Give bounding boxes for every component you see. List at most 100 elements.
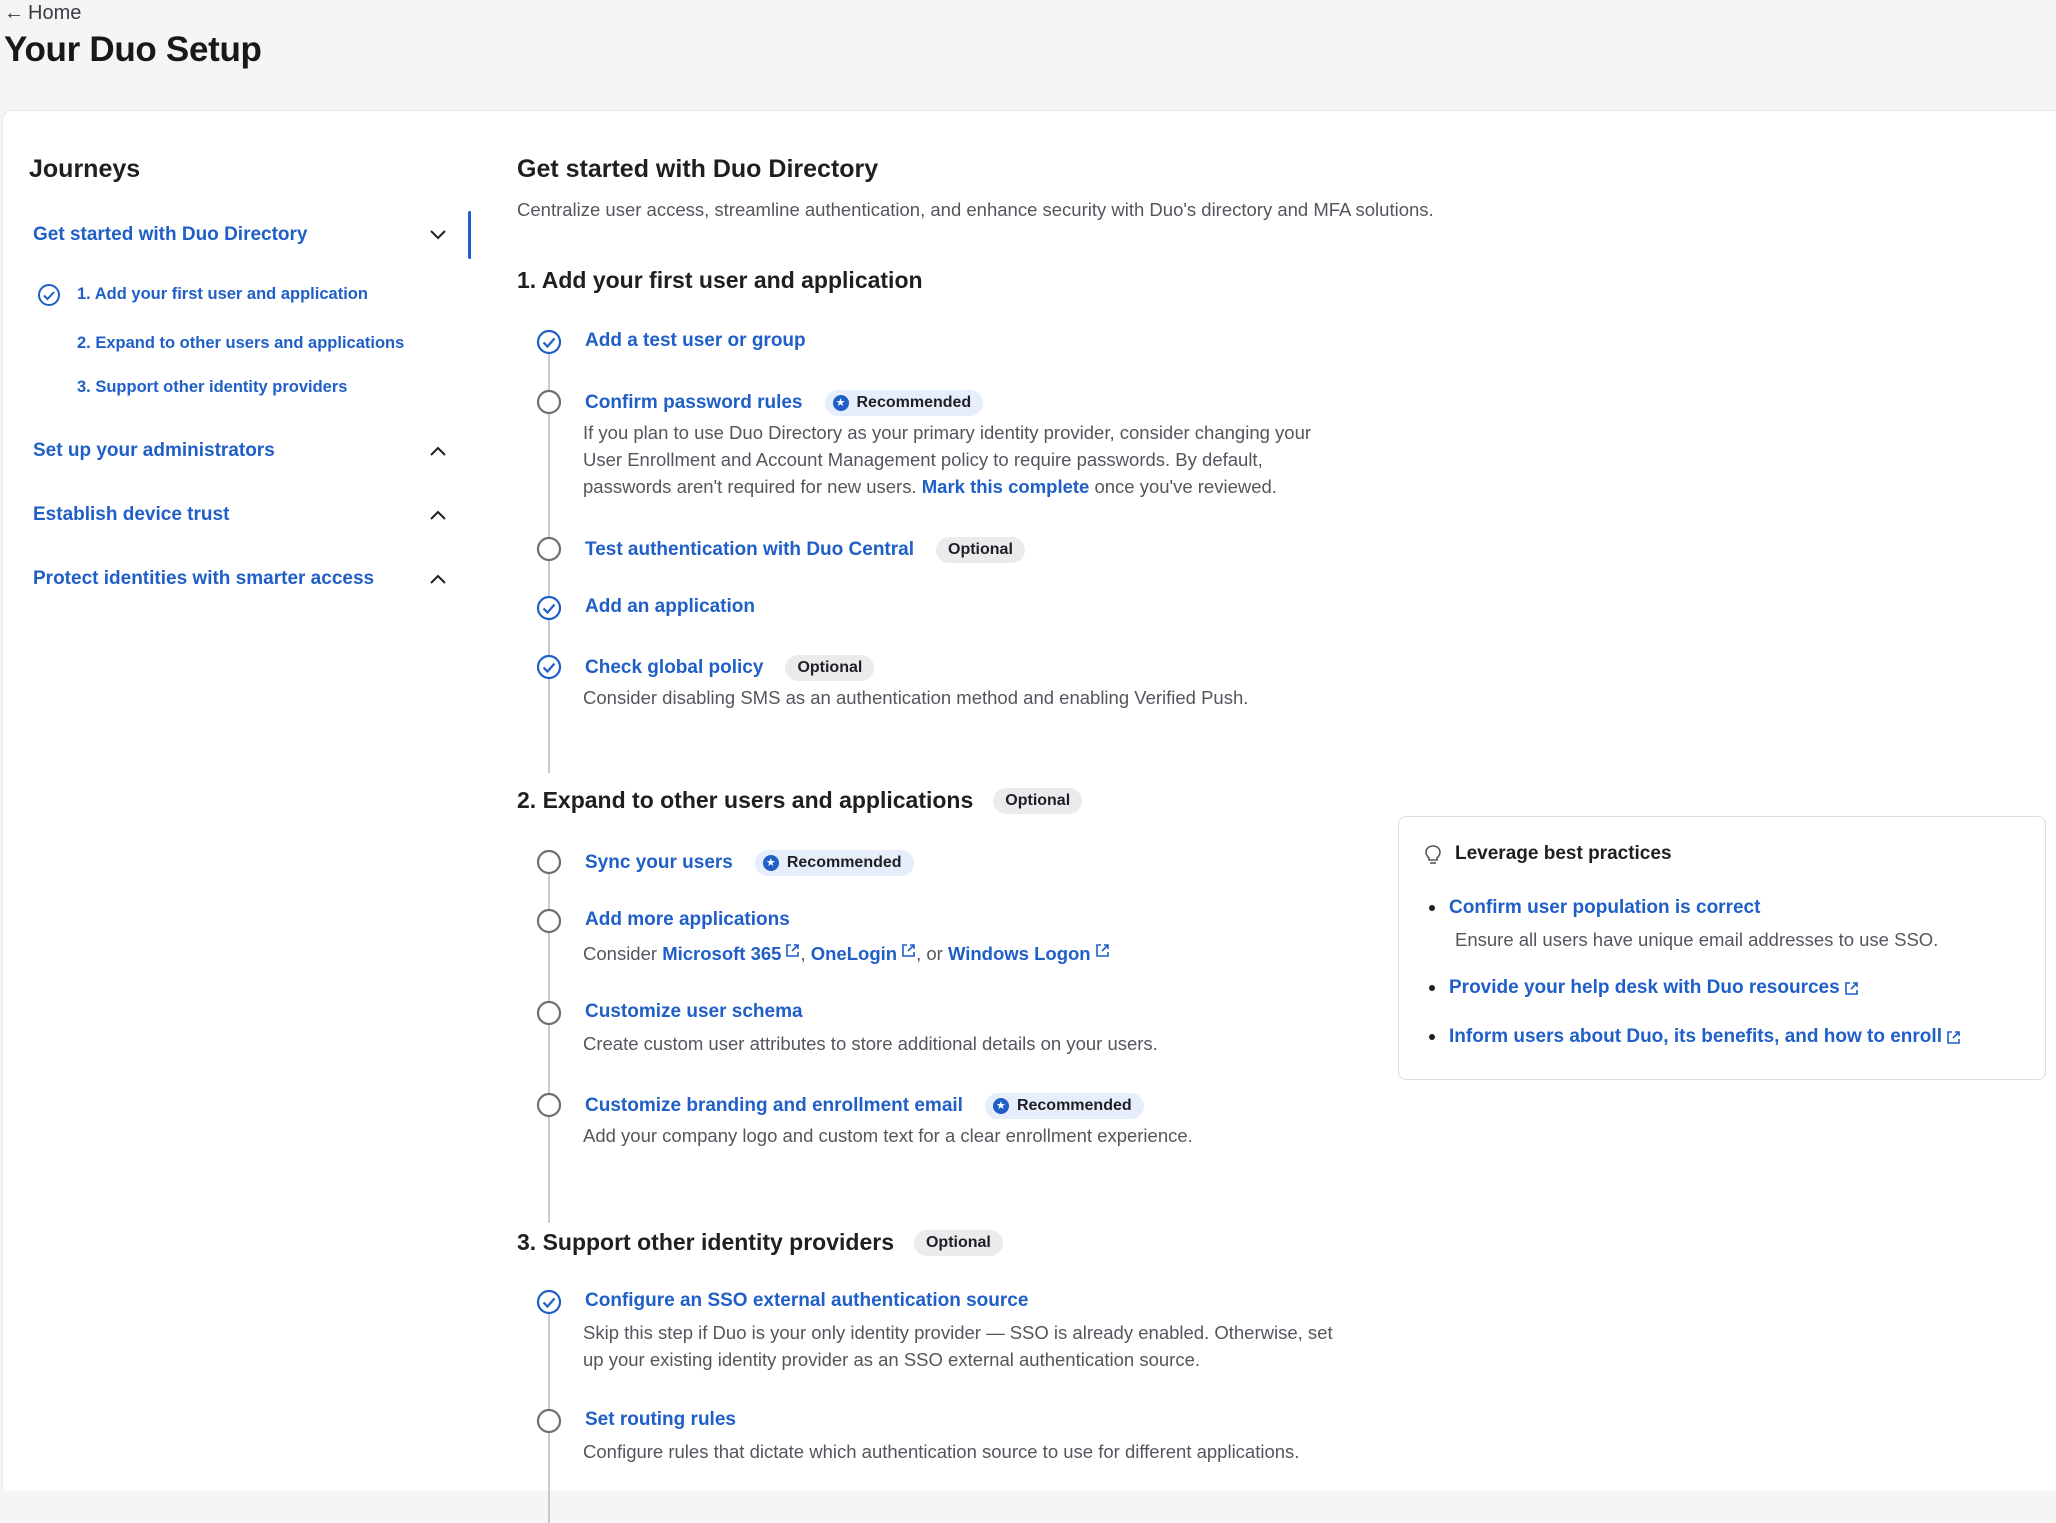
step-label[interactable]: Sync your users [585, 852, 733, 874]
bullet [1429, 1034, 1435, 1040]
back-link-label: Home [28, 2, 82, 24]
desc-line: If you plan to use Duo Directory as your… [583, 422, 1312, 443]
step-description: If you plan to use Duo Directory as your… [583, 419, 1311, 500]
section-2-title: 2. Expand to other users and application… [517, 787, 1083, 814]
step-label[interactable]: Customize branding and enrollment email [585, 1095, 963, 1117]
step-label[interactable]: Add more applications [585, 909, 790, 931]
windows-logon-link[interactable]: Windows Logon [948, 943, 1110, 964]
step-set-routing-rules[interactable]: Set routing rules [585, 1409, 736, 1431]
back-link[interactable]: ← Home [4, 2, 81, 25]
microsoft-365-link[interactable]: Microsoft 365 [662, 943, 800, 964]
recommended-badge: ★ Recommended [824, 390, 984, 416]
external-link-icon [1095, 944, 1109, 957]
optional-badge: Optional [913, 1229, 1003, 1256]
best-practice-item[interactable]: Inform users about Duo, its benefits, an… [1429, 1026, 1961, 1048]
section-title-text: 1. Add your first user and application [517, 267, 923, 293]
step-configure-sso[interactable]: Configure an SSO external authentication… [585, 1290, 1028, 1312]
journey-get-started[interactable]: Get started with Duo Directory [33, 215, 453, 255]
badge-label: Recommended [786, 854, 902, 871]
desc-text: passwords aren't required for new users. [583, 476, 922, 497]
step-description: Skip this step if Duo is your only ident… [583, 1319, 1333, 1373]
external-link-icon [1947, 1030, 1960, 1044]
best-practice-description: Ensure all users have unique email addre… [1455, 929, 1939, 950]
chevron-up-icon[interactable] [423, 564, 453, 594]
step-description: Consider disabling SMS as an authenticat… [583, 687, 1249, 708]
best-practices-title: Leverage best practices [1455, 843, 1672, 864]
best-practices-card: Leverage best practices Confirm user pop… [1398, 816, 2046, 1080]
star-icon: ★ [992, 1098, 1009, 1114]
empty-circle-icon [536, 536, 562, 562]
step-description: Configure rules that dictate which authe… [583, 1441, 1300, 1462]
journey-administrators[interactable]: Set up your administrators [33, 431, 453, 471]
best-practice-link[interactable]: Provide your help desk with Duo resource… [1449, 977, 1840, 999]
step-add-application[interactable]: Add an application [585, 596, 755, 618]
subitem-support-idps[interactable]: 3. Support other identity providers [77, 378, 347, 397]
step-description: Create custom user attributes to store a… [583, 1033, 1158, 1054]
optional-badge: Optional [785, 655, 875, 681]
bullet [1429, 985, 1435, 991]
lightbulb-icon [1423, 844, 1443, 866]
chevron-up-icon[interactable] [423, 500, 453, 530]
subitem-add-first-user[interactable]: 1. Add your first user and application [77, 285, 368, 304]
link-label: OneLogin [810, 943, 898, 964]
section-title-text: 3. Support other identity providers [517, 1229, 894, 1255]
chevron-down-icon[interactable] [423, 220, 453, 250]
journey-label: Set up your administrators [33, 440, 275, 461]
step-customize-schema[interactable]: Customize user schema [585, 1001, 803, 1023]
step-label[interactable]: Add an application [585, 596, 755, 618]
main-content: Get started with Duo Directory Centraliz… [471, 110, 2056, 1523]
desc-text: Consider [583, 943, 663, 964]
recommended-badge: ★ Recommended [754, 850, 914, 876]
check-circle-icon [536, 1289, 562, 1315]
section-1-title: 1. Add your first user and application [517, 267, 923, 294]
step-sync-users[interactable]: Sync your users ★ Recommended [585, 850, 914, 876]
step-add-test-user[interactable]: Add a test user or group [585, 330, 806, 352]
empty-circle-icon [536, 389, 562, 415]
section-3-title: 3. Support other identity providers Opti… [517, 1229, 1003, 1256]
journey-smarter-access[interactable]: Protect identities with smarter access [33, 559, 453, 599]
journey-device-trust[interactable]: Establish device trust [33, 495, 453, 535]
onelogin-link[interactable]: OneLogin [811, 943, 916, 964]
step-test-authentication[interactable]: Test authentication with Duo Central Opt… [585, 537, 1025, 563]
empty-circle-icon [536, 1408, 562, 1434]
step-customize-branding[interactable]: Customize branding and enrollment email … [585, 1093, 1144, 1119]
best-practice-link[interactable]: Inform users about Duo, its benefits, an… [1449, 1026, 1942, 1048]
step-label[interactable]: Check global policy [585, 657, 763, 679]
best-practice-item[interactable]: Confirm user population is correct [1429, 897, 1760, 919]
external-link-icon [1844, 981, 1858, 995]
best-practice-link[interactable]: Confirm user population is correct [1449, 897, 1760, 919]
step-confirm-password-rules[interactable]: Confirm password rules ★ Recommended [585, 390, 984, 416]
desc-text: , or [916, 943, 948, 964]
page-title: Your Duo Setup [4, 30, 262, 69]
step-label[interactable]: Set routing rules [585, 1409, 736, 1431]
journey-label: Establish device trust [33, 504, 230, 525]
step-add-more-applications[interactable]: Add more applications [585, 909, 790, 931]
step-label[interactable]: Configure an SSO external authentication… [585, 1290, 1028, 1312]
chevron-up-icon[interactable] [423, 436, 453, 466]
mark-complete-link[interactable]: Mark this complete [922, 476, 1090, 497]
arrow-left-icon: ← [4, 2, 24, 24]
check-circle-icon [536, 654, 562, 680]
star-icon: ★ [832, 395, 849, 411]
step-description: Consider Microsoft 365, OneLogin , or Win… [583, 940, 1110, 967]
step-label[interactable]: Customize user schema [585, 1001, 803, 1023]
check-circle-icon [536, 595, 562, 621]
best-practice-item[interactable]: Provide your help desk with Duo resource… [1429, 977, 1859, 999]
desc-line: Skip this step if Duo is your only ident… [583, 1322, 1333, 1343]
subitem-expand-users[interactable]: 2. Expand to other users and application… [77, 334, 404, 353]
page-header: ← Home Your Duo Setup [0, 0, 2056, 110]
step-check-global-policy[interactable]: Check global policy Optional [585, 655, 875, 681]
step-label[interactable]: Confirm password rules [585, 392, 803, 414]
link-label: Windows Logon [947, 943, 1091, 964]
journey-title: Get started with Duo Directory [517, 155, 879, 183]
external-link-icon [786, 944, 800, 957]
step-description: Add your company logo and custom text fo… [583, 1125, 1193, 1146]
empty-circle-icon [536, 908, 562, 934]
journeys-sidebar: Journeys Get started with Duo Directory … [2, 110, 472, 1491]
desc-text: , [800, 943, 811, 964]
step-label[interactable]: Add a test user or group [585, 330, 806, 352]
section-title-text: 2. Expand to other users and application… [517, 787, 974, 813]
journey-label: Protect identities with smarter access [33, 568, 375, 589]
optional-badge: Optional [993, 787, 1083, 814]
step-label[interactable]: Test authentication with Duo Central [585, 539, 914, 561]
